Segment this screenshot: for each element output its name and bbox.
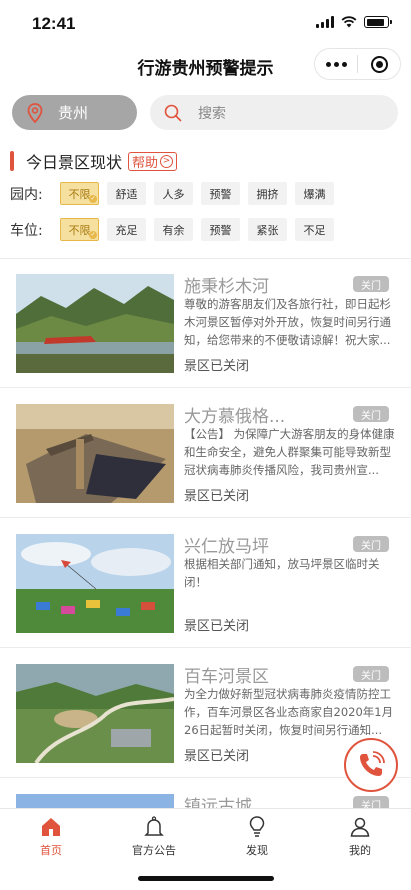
- more-icon[interactable]: [315, 61, 357, 67]
- chip-label: 舒适: [115, 187, 138, 201]
- check-icon: ✓: [89, 231, 97, 239]
- spot-name: 百车河景区: [184, 667, 269, 687]
- chevron-right-icon: >: [160, 154, 174, 168]
- spot-status: 景区已关闭: [184, 749, 250, 764]
- spot-status: 景区已关闭: [184, 619, 250, 634]
- chip-label: 预警: [209, 187, 232, 201]
- tab-home[interactable]: 首页: [0, 815, 102, 858]
- list-item[interactable]: 镇远古城 关门: [0, 778, 411, 808]
- section-title: 今日景区现状: [26, 153, 123, 172]
- bulb-icon: [249, 816, 265, 837]
- chip-label: 不足: [303, 223, 326, 237]
- hotline-call-button[interactable]: [344, 738, 398, 792]
- location-pin-icon: [24, 102, 46, 124]
- spot-name: 大方慕俄格...: [184, 407, 286, 427]
- spot-name: 镇远古城: [184, 797, 252, 808]
- chip-label: 人多: [162, 187, 185, 201]
- bell-icon: [144, 816, 164, 836]
- chip-label: 有余: [162, 223, 185, 237]
- section-accent-bar: [10, 151, 14, 171]
- parking-filter-option[interactable]: 不足: [295, 218, 334, 241]
- spot-notice: 为全力做好新型冠状病毒肺炎疫情防控工作，百车河景区各业态商家自2020年1月26…: [184, 687, 394, 737]
- check-icon: ✓: [89, 195, 97, 203]
- search-placeholder: 搜索: [198, 105, 226, 122]
- tab-label: 首页: [40, 844, 62, 857]
- parking-filter-option[interactable]: 紧张: [248, 218, 287, 241]
- home-icon: [42, 818, 60, 836]
- parking-filter-option[interactable]: 有余: [154, 218, 193, 241]
- chip-label: 预警: [209, 223, 232, 237]
- spot-status: 景区已关闭: [184, 359, 250, 374]
- park-filter-option[interactable]: 预警: [201, 182, 240, 205]
- chip-label: 充足: [115, 223, 138, 237]
- park-filter-option[interactable]: 拥挤: [248, 182, 287, 205]
- spot-photo: [16, 794, 174, 808]
- tab-label: 我的: [349, 844, 371, 857]
- tab-discover[interactable]: 发现: [206, 815, 308, 858]
- park-filter-option[interactable]: 不限 ✓: [60, 182, 99, 205]
- region-selector[interactable]: 贵州: [12, 95, 137, 130]
- battery-icon: [364, 16, 392, 28]
- status-badge: 关门: [353, 536, 389, 552]
- chip-label: 爆满: [303, 187, 326, 201]
- spot-notice: 【公告】 为保障广大游客朋友的身体健康和生命安全，避免人群聚集可能导致新型冠状病…: [184, 427, 395, 477]
- close-miniprogram-icon[interactable]: [358, 55, 400, 73]
- tab-mine[interactable]: 我的: [309, 815, 411, 858]
- home-indicator: [138, 876, 274, 881]
- parking-filter-option[interactable]: 预警: [201, 218, 240, 241]
- status-badge: 关门: [353, 406, 389, 422]
- spot-name: 兴仁放马坪: [184, 537, 269, 557]
- search-icon: [164, 104, 182, 121]
- list-item[interactable]: 兴仁放马坪 关门 根据相关部门通知，放马坪景区临时关闭！ 景区已关闭: [0, 518, 411, 647]
- status-icons: [316, 16, 392, 28]
- parking-filter-label: 车位:: [10, 222, 43, 239]
- spot-status: 景区已关闭: [184, 489, 250, 504]
- search-input[interactable]: 搜索: [150, 95, 398, 130]
- spot-notice: 根据相关部门通知，放马坪景区临时关闭！: [184, 557, 380, 589]
- chip-label: 不限: [68, 187, 91, 201]
- spot-name: 施秉杉木河: [184, 277, 269, 297]
- list-item[interactable]: 施秉杉木河 关门 尊敬的游客朋友们及各旅行社，即日起杉木河景区暂停对外开放，恢复…: [0, 258, 411, 387]
- tab-label: 官方公告: [132, 844, 176, 857]
- parking-filter-row: 车位: 不限 ✓ 充足 有余 预警 紧张 不足: [10, 218, 342, 241]
- wifi-icon: [341, 16, 357, 28]
- status-badge: 关门: [353, 666, 389, 682]
- region-label: 贵州: [58, 104, 89, 122]
- park-filter-option[interactable]: 人多: [154, 182, 193, 205]
- status-bar: 12:41: [0, 0, 411, 46]
- spot-photo: [16, 274, 174, 373]
- tab-official-notice[interactable]: 官方公告: [103, 815, 205, 858]
- tab-label: 发现: [246, 844, 268, 857]
- user-icon: [350, 817, 370, 837]
- spot-photo: [16, 664, 174, 763]
- park-filter-option[interactable]: 舒适: [107, 182, 146, 205]
- parking-filter-option[interactable]: 不限 ✓: [60, 218, 99, 241]
- park-filter-option[interactable]: 爆满: [295, 182, 334, 205]
- nav-bar: 行游贵州预警提示: [0, 46, 411, 90]
- status-time: 12:41: [32, 14, 76, 33]
- parking-filter-option[interactable]: 充足: [107, 218, 146, 241]
- status-badge: 关门: [353, 276, 389, 292]
- status-badge: 关门: [353, 796, 389, 808]
- help-label: 帮助: [132, 155, 159, 171]
- park-filter-row: 园内: 不限 ✓ 舒适 人多 预警 拥挤 爆满: [10, 182, 342, 205]
- phone-icon: [360, 751, 385, 776]
- list-item[interactable]: 大方慕俄格... 关门 【公告】 为保障广大游客朋友的身体健康和生命安全，避免人…: [0, 388, 411, 517]
- spot-notice: 尊敬的游客朋友们及各旅行社，即日起杉木河景区暂停对外开放，恢复时间另行通知，给您…: [184, 297, 391, 347]
- park-filter-label: 园内:: [10, 186, 43, 203]
- help-button[interactable]: 帮助 >: [128, 151, 178, 171]
- spot-photo: [16, 404, 174, 503]
- chip-label: 不限: [68, 223, 91, 237]
- signal-icon: [316, 16, 334, 28]
- spot-photo: [16, 534, 174, 633]
- chip-label: 拥挤: [256, 187, 279, 201]
- chip-label: 紧张: [256, 223, 279, 237]
- section-header: 今日景区现状 帮助 >: [10, 149, 178, 173]
- miniprogram-capsule: [314, 48, 401, 80]
